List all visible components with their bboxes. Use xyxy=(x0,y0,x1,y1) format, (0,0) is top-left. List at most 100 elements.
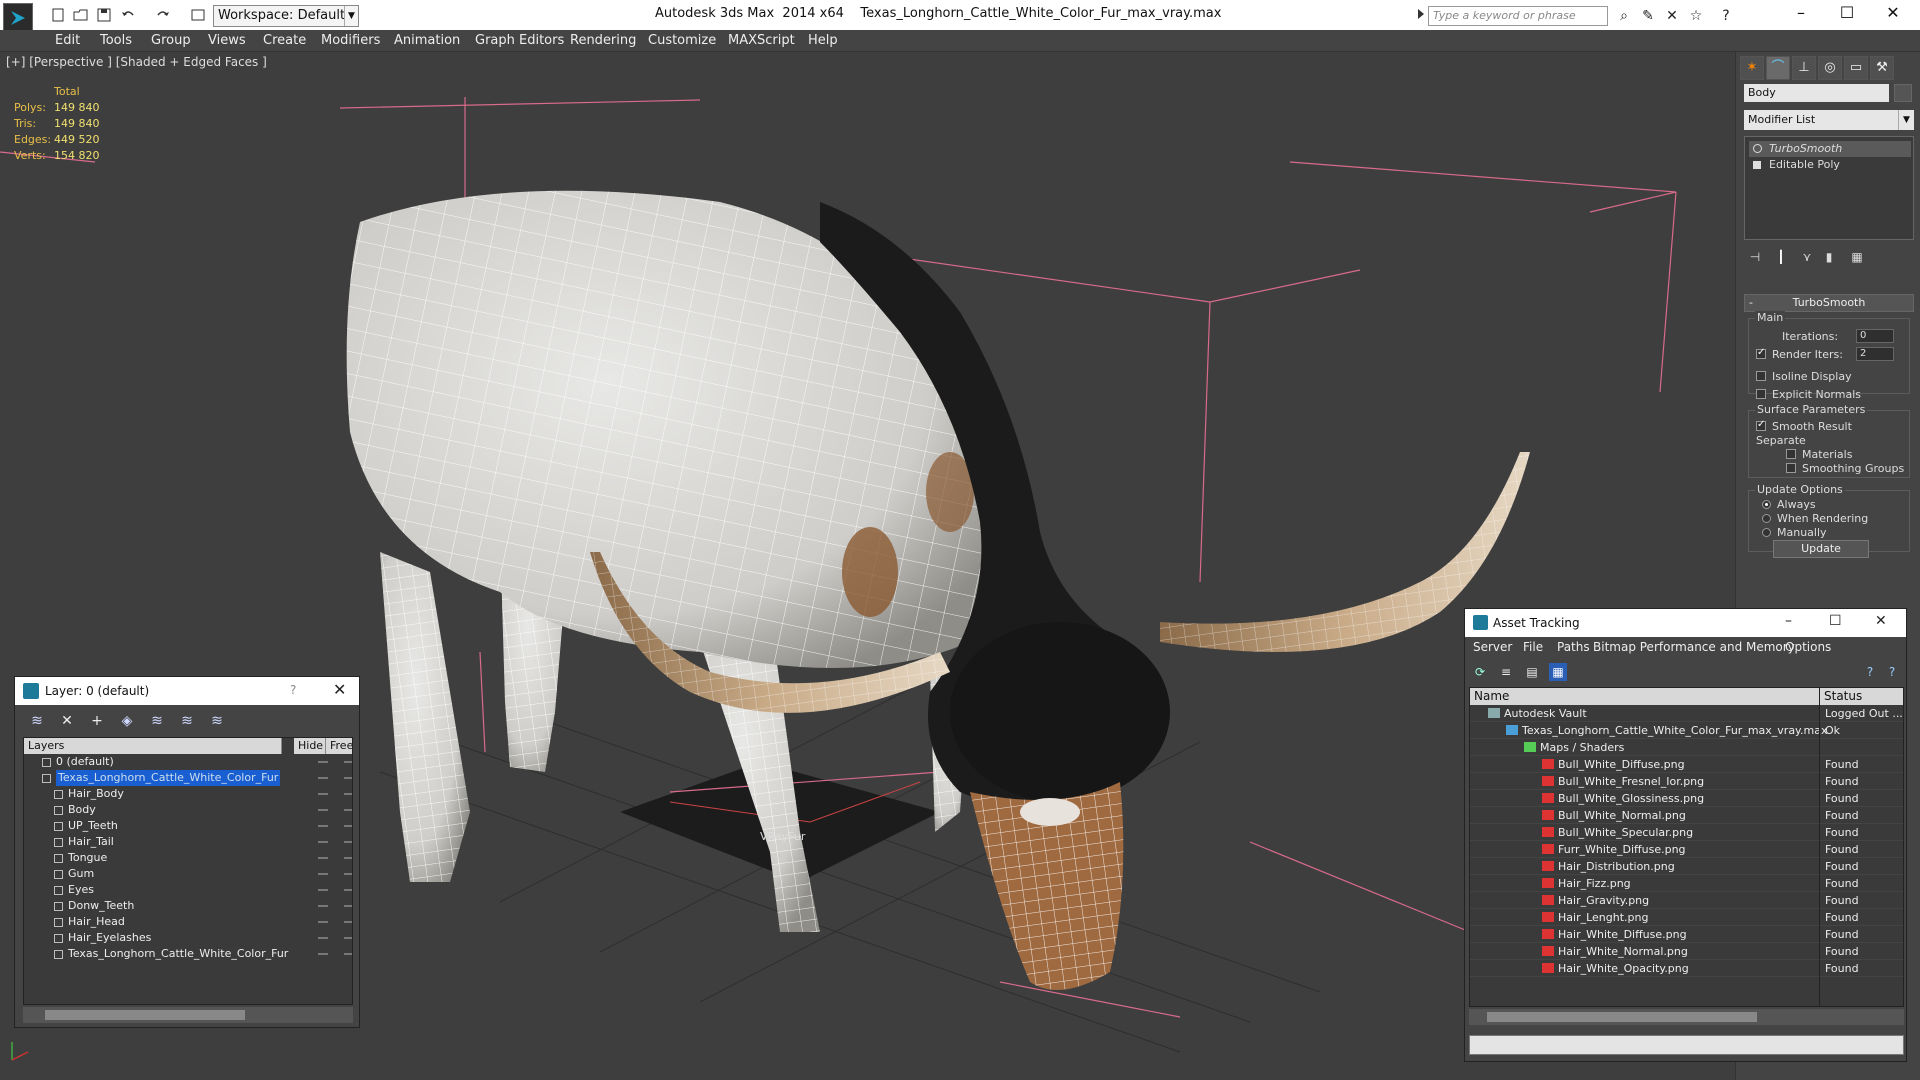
modifier-list-dropdown[interactable]: Modifier List ▼ xyxy=(1744,110,1914,130)
asset-row[interactable]: Bull_White_Specular.png Found xyxy=(1470,824,1903,841)
make-unique-icon[interactable]: ⋎ xyxy=(1798,248,1816,266)
pin-stack-icon[interactable]: ⊣ xyxy=(1746,248,1764,266)
when-rendering-radio[interactable] xyxy=(1762,514,1771,523)
menu-modifiers[interactable]: Modifiers xyxy=(321,33,380,48)
freeze-toggle[interactable] xyxy=(344,761,352,763)
stack-item-editable-poly[interactable]: Editable Poly xyxy=(1749,157,1911,173)
asset-row[interactable]: Hair_Lenght.png Found xyxy=(1470,909,1903,926)
asset-row[interactable]: Hair_White_Normal.png Found xyxy=(1470,943,1903,960)
asset-menu-file[interactable]: File xyxy=(1523,640,1543,654)
freeze-toggle[interactable] xyxy=(344,793,352,795)
new-file-icon[interactable] xyxy=(50,7,66,23)
asset-row[interactable]: Hair_White_Diffuse.png Found xyxy=(1470,926,1903,943)
refresh-icon[interactable]: ⟳ xyxy=(1471,663,1489,681)
configure-sets-icon[interactable]: ▦ xyxy=(1848,248,1866,266)
freeze-toggle[interactable] xyxy=(344,777,352,779)
layer-row[interactable]: 0 (default) xyxy=(24,754,352,770)
asset-menu-bitmap-performance[interactable]: Bitmap Performance and Memory xyxy=(1593,640,1795,654)
render-iters-checkbox[interactable] xyxy=(1756,347,1766,359)
remove-modifier-icon[interactable]: ▮ xyxy=(1820,248,1838,266)
open-file-icon[interactable] xyxy=(73,7,89,23)
table-view-icon[interactable]: ▤ xyxy=(1523,663,1541,681)
render-iters-spinner[interactable]: 2 xyxy=(1856,347,1894,361)
explicit-normals-checkbox[interactable] xyxy=(1756,389,1766,399)
update-when-rendering-row[interactable]: When Rendering xyxy=(1762,512,1868,525)
update-always-row[interactable]: Always xyxy=(1762,498,1816,511)
always-radio[interactable] xyxy=(1762,500,1771,509)
smoothing-groups-row[interactable]: Smoothing Groups xyxy=(1786,462,1904,475)
select-objects-icon[interactable]: ◈ xyxy=(117,711,137,731)
asset-horizontal-scrollbar[interactable] xyxy=(1469,1009,1904,1025)
asset-row[interactable]: Bull_White_Glossiness.png Found xyxy=(1470,790,1903,807)
smooth-result-row[interactable]: Smooth Result xyxy=(1756,419,1852,433)
minimize-icon[interactable]: – xyxy=(1785,613,1792,629)
asset-row[interactable]: Texas_Longhorn_Cattle_White_Color_Fur_ma… xyxy=(1470,722,1903,739)
freeze-column-header[interactable]: Free xyxy=(326,738,352,754)
asset-row[interactable]: Hair_White_Opacity.png Found xyxy=(1470,960,1903,977)
modify-tab-icon[interactable]: ⌒ xyxy=(1766,56,1790,80)
smoothing-groups-checkbox[interactable] xyxy=(1786,463,1796,473)
layer-horizontal-scrollbar[interactable] xyxy=(23,1007,353,1023)
show-end-result-icon[interactable]: ┃ xyxy=(1772,248,1790,266)
layer-object-row[interactable]: Hair_Head xyxy=(24,914,352,930)
object-color-swatch[interactable] xyxy=(1894,84,1912,102)
asset-row[interactable]: Furr_White_Diffuse.png Found xyxy=(1470,841,1903,858)
layer-object-row[interactable]: Donw_Teeth xyxy=(24,898,352,914)
hide-toggle[interactable] xyxy=(318,889,328,891)
scrollbar-thumb[interactable] xyxy=(45,1010,245,1020)
add-to-layer-icon[interactable]: + xyxy=(87,711,107,731)
menu-group[interactable]: Group xyxy=(151,33,191,48)
update-manually-row[interactable]: Manually xyxy=(1762,526,1827,539)
hierarchy-tab-icon[interactable]: ⊥ xyxy=(1792,56,1816,80)
hide-toggle[interactable] xyxy=(318,921,328,923)
close-icon[interactable]: ✕ xyxy=(333,680,346,699)
menu-views[interactable]: Views xyxy=(208,33,246,48)
scrollbar-thumb[interactable] xyxy=(1487,1012,1757,1022)
hide-toggle[interactable] xyxy=(318,857,328,859)
isoline-display-row[interactable]: Isoline Display xyxy=(1756,370,1852,383)
hide-toggle[interactable] xyxy=(318,793,328,795)
list-view-icon[interactable]: ≡ xyxy=(1497,663,1515,681)
highlight-layer-icon[interactable]: ≋ xyxy=(147,711,167,731)
asset-window-titlebar[interactable]: Asset Tracking – ☐ ✕ xyxy=(1465,609,1906,637)
iterations-spinner[interactable]: 0 xyxy=(1856,329,1894,343)
menu-edit[interactable]: Edit xyxy=(55,33,80,48)
binoculars-icon[interactable]: ⌕ xyxy=(1616,8,1632,24)
freeze-toggle[interactable] xyxy=(344,809,352,811)
utilities-tab-icon[interactable]: ⚒ xyxy=(1870,56,1894,80)
layers-column-header[interactable]: Layers xyxy=(24,738,282,754)
search-expand-icon[interactable] xyxy=(1418,9,1424,19)
status-column-header[interactable]: Status xyxy=(1820,688,1903,705)
hide-toggle[interactable] xyxy=(318,953,328,955)
asset-row[interactable]: Autodesk Vault Logged Out ... xyxy=(1470,705,1903,722)
hide-toggle[interactable] xyxy=(318,761,328,763)
maximize-button[interactable]: ☐ xyxy=(1824,0,1870,28)
info-icon[interactable]: ? xyxy=(1883,663,1901,681)
asset-row[interactable]: Bull_White_Normal.png Found xyxy=(1470,807,1903,824)
close-button[interactable]: ✕ xyxy=(1870,0,1916,28)
freeze-toggle[interactable] xyxy=(344,825,352,827)
hide-toggle[interactable] xyxy=(318,809,328,811)
hide-toggle[interactable] xyxy=(318,777,328,779)
layer-object-row[interactable]: Eyes xyxy=(24,882,352,898)
help-icon[interactable]: ? xyxy=(1861,663,1879,681)
menu-animation[interactable]: Animation xyxy=(394,33,460,48)
grid-view-icon[interactable]: ▦ xyxy=(1549,663,1567,681)
freeze-toggle[interactable] xyxy=(344,905,352,907)
hide-toggle[interactable] xyxy=(318,825,328,827)
asset-menu-options[interactable]: Options xyxy=(1785,640,1831,654)
freeze-toggle[interactable] xyxy=(344,889,352,891)
communication-center-icon[interactable]: ✕ xyxy=(1664,8,1680,24)
help-icon[interactable]: ? xyxy=(290,683,296,697)
menu-customize[interactable]: Customize xyxy=(648,33,716,48)
freeze-toggle[interactable] xyxy=(344,857,352,859)
asset-row[interactable]: Hair_Distribution.png Found xyxy=(1470,858,1903,875)
freeze-toggle[interactable] xyxy=(344,953,352,955)
layer-object-row[interactable]: Hair_Eyelashes xyxy=(24,930,352,946)
asset-row[interactable]: Hair_Fizz.png Found xyxy=(1470,875,1903,892)
app-menu-button[interactable] xyxy=(3,3,33,33)
hide-toggle[interactable] xyxy=(318,841,328,843)
layer-window-titlebar[interactable]: Layer: 0 (default) ? ✕ xyxy=(15,677,359,705)
motion-tab-icon[interactable]: ◎ xyxy=(1818,56,1842,80)
minimize-button[interactable]: – xyxy=(1778,0,1824,28)
